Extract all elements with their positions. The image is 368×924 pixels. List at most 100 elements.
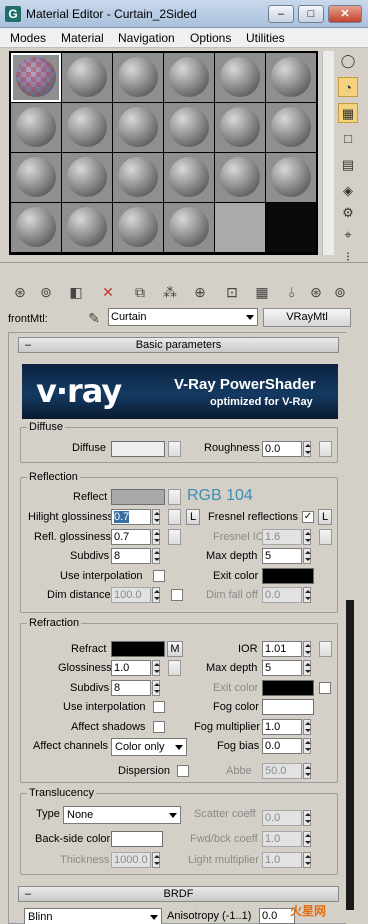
fog-multiplier-spinner[interactable] bbox=[303, 719, 311, 735]
sample-slot[interactable] bbox=[164, 203, 214, 252]
light-multiplier-spinner[interactable] bbox=[303, 852, 311, 868]
sample-slot[interactable] bbox=[62, 203, 112, 252]
sample-slot-black[interactable] bbox=[266, 203, 316, 252]
roughness-spinner[interactable] bbox=[303, 441, 311, 457]
refl-glossiness-spinner[interactable] bbox=[152, 529, 160, 545]
reflection-use-interpolation-checkbox[interactable] bbox=[153, 570, 165, 582]
affect-shadows-checkbox[interactable] bbox=[153, 721, 165, 733]
reflection-max-depth-spinner[interactable] bbox=[303, 548, 311, 564]
brdf-rollout[interactable]: – BRDF bbox=[18, 886, 339, 902]
light-multiplier-input[interactable]: 1.0 bbox=[262, 852, 302, 868]
minimize-button[interactable]: – bbox=[268, 5, 294, 23]
show-end-result-icon[interactable]: ⫰ bbox=[282, 282, 302, 302]
fwd-bck-coeff-input[interactable]: 1.0 bbox=[262, 831, 302, 847]
sample-slot[interactable] bbox=[113, 203, 163, 252]
hilight-lock-button[interactable]: L bbox=[186, 509, 200, 525]
fresnel-ior-map-button[interactable] bbox=[319, 529, 332, 545]
sample-type-icon[interactable]: ◯ bbox=[338, 51, 358, 71]
eyedropper-icon[interactable]: ✎ bbox=[84, 308, 104, 328]
backlight-icon[interactable]: ◔ bbox=[338, 77, 358, 97]
refraction-exit-color-swatch[interactable] bbox=[262, 680, 314, 696]
refraction-glossiness-map-button[interactable] bbox=[168, 660, 181, 676]
refraction-subdivs-spinner[interactable] bbox=[152, 680, 160, 696]
close-button[interactable]: ✕ bbox=[328, 5, 362, 23]
chevron-down-icon[interactable] bbox=[246, 315, 254, 320]
ior-input[interactable]: 1.01 bbox=[262, 641, 302, 657]
refract-color-swatch[interactable] bbox=[111, 641, 165, 657]
maximize-button[interactable]: □ bbox=[298, 5, 324, 23]
make-unique-icon[interactable]: ⁂ bbox=[160, 282, 180, 302]
sample-slot[interactable] bbox=[113, 103, 163, 152]
reflect-color-swatch[interactable] bbox=[111, 489, 165, 505]
affect-channels-dropdown[interactable]: Color only bbox=[111, 738, 187, 756]
sample-slot[interactable] bbox=[164, 153, 214, 202]
thickness-spinner[interactable] bbox=[152, 852, 160, 868]
dim-distance-input[interactable]: 100.0 bbox=[111, 587, 151, 603]
dim-distance-checkbox[interactable] bbox=[171, 589, 183, 601]
ior-spinner[interactable] bbox=[303, 641, 311, 657]
sample-slot[interactable] bbox=[11, 153, 61, 202]
refraction-max-depth-input[interactable]: 5 bbox=[262, 660, 302, 676]
roughness-map-button[interactable] bbox=[319, 441, 332, 457]
select-by-material-icon[interactable]: ⌖ bbox=[338, 225, 358, 245]
reflect-map-button[interactable] bbox=[168, 489, 181, 505]
dim-falloff-input[interactable]: 0.0 bbox=[262, 587, 302, 603]
hilight-map-button[interactable] bbox=[168, 509, 181, 525]
sample-slot[interactable] bbox=[11, 203, 61, 252]
sample-slot[interactable] bbox=[62, 153, 112, 202]
refraction-max-depth-spinner[interactable] bbox=[303, 660, 311, 676]
put-to-library-icon[interactable]: ⊕ bbox=[190, 282, 210, 302]
material-name-input[interactable]: Curtain bbox=[108, 308, 258, 326]
sample-slot[interactable] bbox=[215, 153, 265, 202]
parameters-scrollbar[interactable] bbox=[346, 332, 354, 924]
diffuse-color-swatch[interactable] bbox=[111, 441, 165, 457]
reset-map-icon[interactable]: ✕ bbox=[98, 282, 118, 302]
translucency-type-dropdown[interactable]: None bbox=[63, 806, 181, 824]
put-to-scene-icon[interactable]: ⊚ bbox=[36, 282, 56, 302]
abbe-input[interactable]: 50.0 bbox=[262, 763, 302, 779]
thickness-input[interactable]: 1000.0 bbox=[111, 852, 151, 868]
fresnel-lock-button[interactable]: L bbox=[318, 509, 332, 525]
fog-multiplier-input[interactable]: 1.0 bbox=[262, 719, 302, 735]
fog-color-swatch[interactable] bbox=[262, 699, 314, 715]
assign-to-selection-icon[interactable]: ◧ bbox=[66, 282, 86, 302]
material-type-button[interactable]: VRayMtl bbox=[263, 308, 351, 327]
refraction-exit-color-checkbox[interactable] bbox=[319, 682, 331, 694]
video-color-check-icon[interactable]: ▤ bbox=[338, 155, 358, 175]
menu-modes[interactable]: Modes bbox=[10, 31, 46, 45]
diffuse-map-button[interactable] bbox=[168, 441, 181, 457]
scatter-coeff-spinner[interactable] bbox=[303, 810, 311, 826]
hilight-glossiness-input[interactable]: 0.7 bbox=[111, 509, 151, 525]
sample-uv-tiling-icon[interactable]: □ bbox=[338, 129, 358, 149]
make-preview-icon[interactable]: ◈ bbox=[338, 181, 358, 201]
reflection-subdivs-spinner[interactable] bbox=[152, 548, 160, 564]
material-id-channel-icon[interactable]: ⊡ bbox=[222, 282, 242, 302]
fog-bias-spinner[interactable] bbox=[303, 738, 311, 754]
get-material-icon[interactable]: ⊛ bbox=[10, 282, 30, 302]
dim-falloff-spinner[interactable] bbox=[303, 587, 311, 603]
sample-slot[interactable] bbox=[215, 53, 265, 102]
fresnel-reflections-checkbox[interactable]: ✓ bbox=[302, 511, 314, 523]
reflection-subdivs-input[interactable]: 8 bbox=[111, 548, 151, 564]
sample-slot[interactable] bbox=[266, 103, 316, 152]
hilight-glossiness-spinner[interactable] bbox=[152, 509, 160, 525]
refl-glossiness-input[interactable]: 0.7 bbox=[111, 529, 151, 545]
reflection-exit-color-swatch[interactable] bbox=[262, 568, 314, 584]
brdf-type-dropdown[interactable]: Blinn bbox=[24, 908, 162, 924]
dispersion-checkbox[interactable] bbox=[177, 765, 189, 777]
dim-distance-spinner[interactable] bbox=[152, 587, 160, 603]
refl-glossiness-map-button[interactable] bbox=[168, 529, 181, 545]
sample-slot[interactable] bbox=[164, 103, 214, 152]
sample-slot-empty[interactable] bbox=[215, 203, 265, 252]
show-map-in-viewport-icon[interactable]: ▦ bbox=[252, 282, 272, 302]
sample-slots-scrollbar[interactable] bbox=[322, 51, 334, 255]
basic-parameters-rollout[interactable]: – Basic parameters bbox=[18, 337, 339, 353]
options-icon[interactable]: ⚙ bbox=[338, 203, 358, 223]
sample-slot[interactable] bbox=[266, 53, 316, 102]
sample-slot[interactable] bbox=[62, 53, 112, 102]
menu-options[interactable]: Options bbox=[190, 31, 231, 45]
menu-material[interactable]: Material bbox=[61, 31, 104, 45]
background-checker-icon[interactable]: ▦ bbox=[338, 103, 358, 123]
sample-slot[interactable] bbox=[266, 153, 316, 202]
sample-slot[interactable] bbox=[62, 103, 112, 152]
